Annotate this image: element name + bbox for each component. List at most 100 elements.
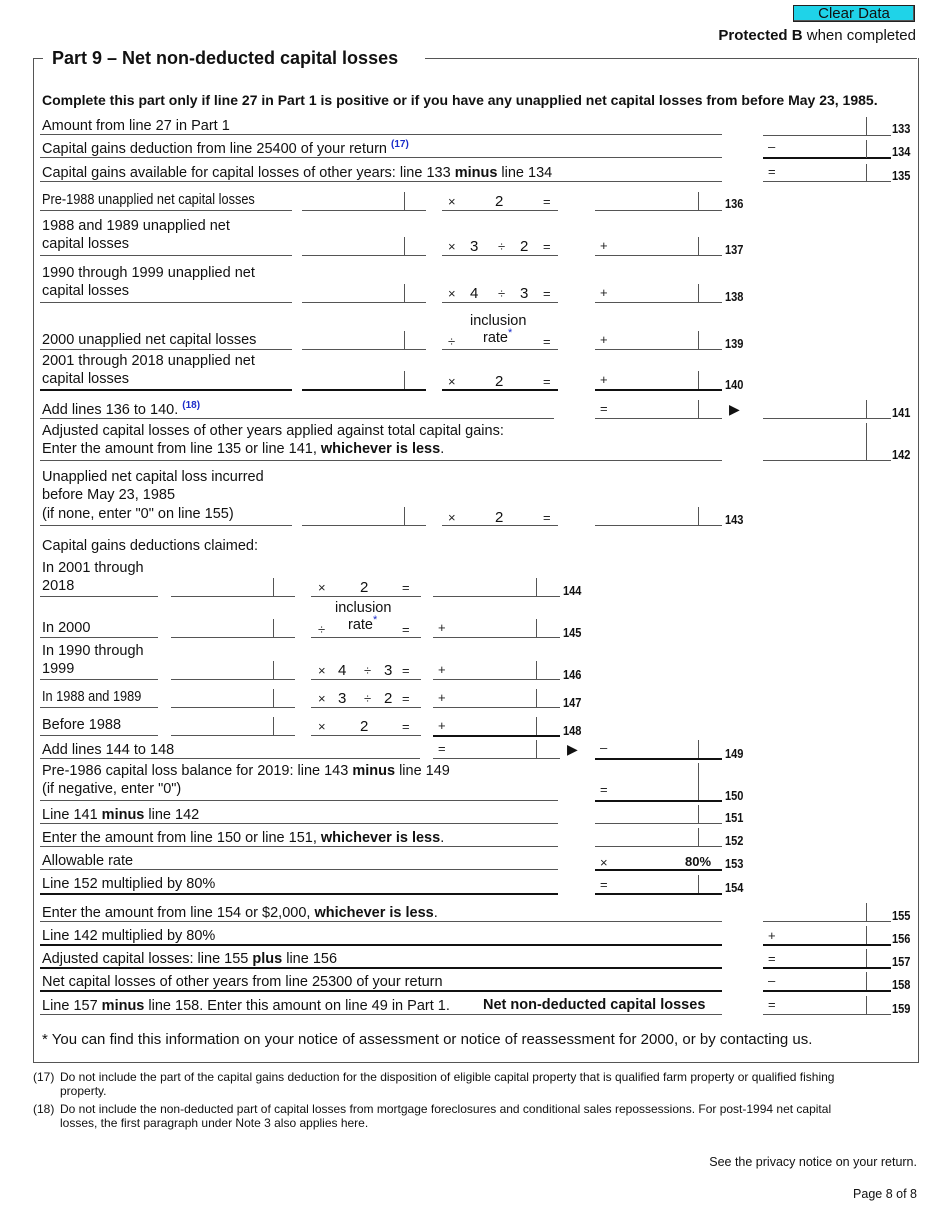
- line-158-amount-field[interactable]: [763, 972, 866, 990]
- line-146-label-underline: [40, 679, 158, 680]
- line-147-cents-divider: [536, 689, 537, 707]
- line-140-label-2: capital losses: [42, 371, 130, 387]
- line-137-cents-divider: [698, 237, 699, 255]
- line-139-amount-field[interactable]: [595, 331, 698, 349]
- line-144-input-field[interactable]: [171, 578, 273, 596]
- line-133-amount-field[interactable]: [763, 117, 866, 135]
- line-157-cents-divider: [866, 949, 867, 967]
- line-149-subtotal-field[interactable]: [433, 740, 536, 758]
- line-155-label: Enter the amount from line 154 or $2,000…: [42, 905, 438, 922]
- line-149-cents-divider: [698, 740, 699, 758]
- footnote-17-ref[interactable]: (17): [391, 139, 409, 150]
- line-137-equals: =: [543, 239, 551, 254]
- footnote-18-ref[interactable]: (18): [182, 400, 200, 411]
- line-136-amount-field[interactable]: [595, 192, 698, 210]
- line-145-asterisk: *: [373, 614, 378, 627]
- line-140-multiply-sign: ×: [448, 374, 456, 389]
- line-139-label-underline: [40, 349, 292, 350]
- line-157-label-a: Adjusted capital losses: line 155: [42, 951, 253, 967]
- line-146-input-underline: [171, 679, 295, 680]
- line-138-divide-sign: ÷: [498, 286, 506, 301]
- line-134-label: Capital gains deduction from line 25400 …: [42, 139, 409, 158]
- line-135-amount-field[interactable]: [763, 164, 866, 182]
- line-151-label-underline: [40, 823, 558, 824]
- line-139-rate-label: rate*: [483, 328, 512, 347]
- line-144-equals: =: [402, 580, 410, 595]
- line-139-inclusion-label: inclusion: [470, 313, 527, 329]
- line-140-input-field[interactable]: [302, 371, 404, 389]
- line-143-input-field[interactable]: [302, 507, 404, 525]
- line-152-cents-divider: [698, 828, 699, 846]
- line-141-subtotal-underline: [595, 418, 722, 419]
- line-140-amount-field[interactable]: [595, 371, 698, 389]
- line-138-amount-field[interactable]: [595, 284, 698, 302]
- line-151-amount-field[interactable]: [595, 805, 698, 823]
- line-135-label-b: line 134: [497, 165, 553, 181]
- line-141-subtotal-field[interactable]: [595, 400, 698, 418]
- line-147-factor-2: 2: [384, 690, 393, 707]
- line-134-amount-field[interactable]: [763, 140, 866, 158]
- line-137-label-1: 1988 and 1989 unapplied net: [42, 218, 230, 234]
- line-147-input-field[interactable]: [171, 689, 273, 707]
- line-145-amount-field[interactable]: [433, 619, 536, 637]
- line-147-equals: =: [402, 691, 410, 706]
- line-138-number: 138: [725, 289, 744, 304]
- line-139-input-field[interactable]: [302, 331, 404, 349]
- line-155-amount-field[interactable]: [763, 903, 866, 921]
- line-142-label-underline: [40, 460, 722, 461]
- line-137-input-field[interactable]: [302, 237, 404, 255]
- line-157-amount-field[interactable]: [763, 949, 866, 967]
- line-149-amount-field[interactable]: [595, 740, 698, 758]
- line-143-amount-field[interactable]: [595, 507, 698, 525]
- line-146-input-field[interactable]: [171, 661, 273, 679]
- line-158-number: 158: [892, 977, 911, 992]
- line-136-calc-underline: [442, 210, 558, 211]
- line-139-number: 139: [725, 336, 744, 351]
- line-145-input-field[interactable]: [171, 619, 273, 637]
- line-144-amount-field[interactable]: [433, 578, 536, 596]
- line-136-input-field[interactable]: [302, 192, 404, 210]
- line-153-operator: ×: [600, 855, 608, 870]
- clear-data-button[interactable]: Clear Data: [793, 5, 915, 22]
- line-157-field-underline: [763, 967, 891, 969]
- line-137-amount-field[interactable]: [595, 237, 698, 255]
- line-152-amount-field[interactable]: [595, 828, 698, 846]
- line-154-label-underline: [40, 893, 558, 895]
- line-146-calc-underline: [311, 679, 421, 680]
- line-143-field-underline: [595, 525, 722, 526]
- line-141-amount-field[interactable]: [763, 400, 866, 418]
- line-143-label-2: before May 23, 1985: [42, 487, 176, 503]
- line-154-amount-field[interactable]: [595, 875, 698, 893]
- line-147-amount-field[interactable]: [433, 689, 536, 707]
- line-133-field-underline: [763, 135, 891, 136]
- line-156-number: 156: [892, 931, 911, 946]
- line-142-amount-field[interactable]: [763, 423, 866, 460]
- line-144-multiply-sign: ×: [318, 580, 326, 595]
- line-146-amount-field[interactable]: [433, 661, 536, 679]
- line-148-input-field[interactable]: [171, 717, 273, 735]
- line-150-amount-field[interactable]: [595, 763, 698, 800]
- line-146-multiply-sign: ×: [318, 663, 326, 678]
- line-142-label-1: Adjusted capital losses of other years a…: [42, 423, 504, 439]
- line-156-amount-field[interactable]: [763, 926, 866, 944]
- line-143-number: 143: [725, 512, 744, 527]
- line-138-label-2: capital losses: [42, 283, 130, 299]
- line-137-multiply-sign: ×: [448, 239, 456, 254]
- line-159-amount-field[interactable]: [763, 996, 866, 1014]
- line-145-input-underline: [171, 637, 295, 638]
- line-149-number: 149: [725, 746, 744, 761]
- footnote-18-number: (18): [33, 1102, 55, 1116]
- line-147-factor-1: 3: [338, 690, 347, 707]
- line-148-multiply-sign: ×: [318, 719, 326, 734]
- line-153-label: Allowable rate: [42, 853, 134, 869]
- line-153-field-underline: [595, 869, 722, 871]
- line-145-number: 145: [563, 625, 582, 640]
- line-147-label-underline: [40, 707, 158, 708]
- line-150-label-1: Pre-1986 capital loss balance for 2019: …: [42, 763, 450, 780]
- line-159-label-b: minus: [101, 998, 145, 1014]
- line-138-calc-underline: [442, 302, 558, 303]
- line-137-factor-1: 3: [470, 238, 479, 255]
- line-148-amount-field[interactable]: [433, 717, 536, 735]
- line-138-input-field[interactable]: [302, 284, 404, 302]
- line-158-field-underline: [763, 990, 891, 992]
